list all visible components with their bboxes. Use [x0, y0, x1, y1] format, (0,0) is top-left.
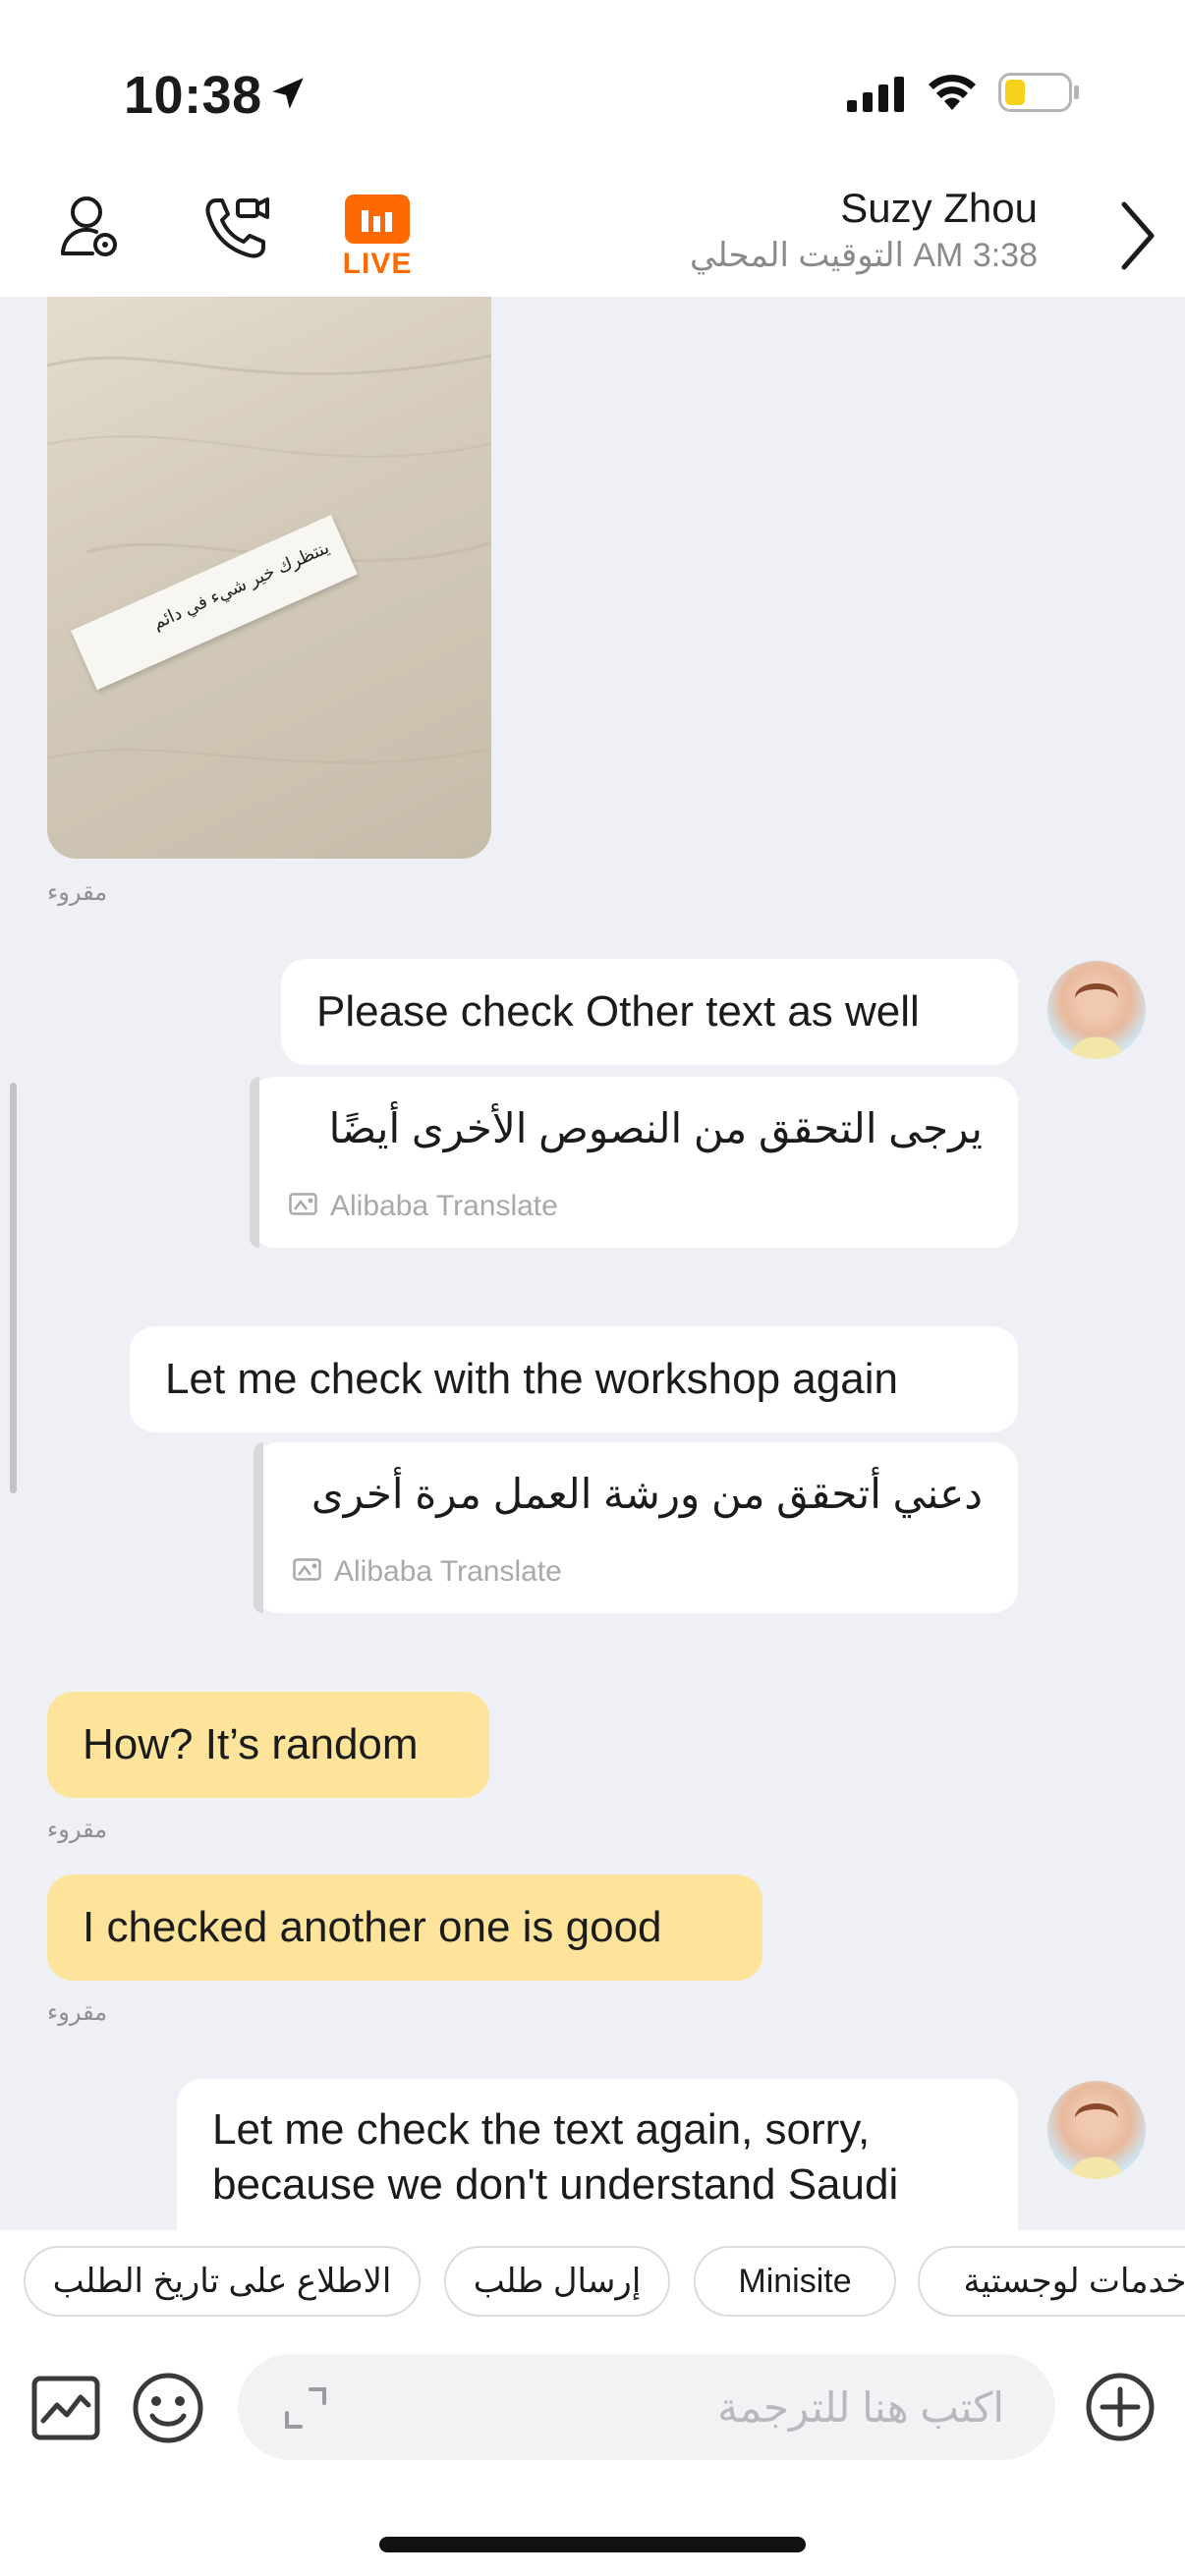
message-text-line: Let me check the text again, sorry, [212, 2105, 871, 2154]
message-text-line: because we don't understand Saudi [212, 2160, 899, 2209]
quick-reply-minisite[interactable]: Minisite [694, 2246, 896, 2317]
chat-header: LIVE Suzy Zhou التوقيت المحلي AM 3:38 [0, 177, 1185, 297]
translation-source-label: Alibaba Translate [330, 1190, 558, 1223]
live-label: LIVE [342, 248, 413, 280]
add-icon[interactable] [1085, 2372, 1156, 2442]
signal-icon [847, 77, 904, 112]
read-receipt: مقروء [47, 1817, 108, 1843]
translation-source-label: Alibaba Translate [334, 1555, 562, 1589]
scroll-indicator[interactable] [10, 1083, 17, 1493]
home-indicator[interactable] [379, 2537, 806, 2552]
wifi-icon [929, 75, 976, 110]
live-button[interactable]: LIVE [340, 195, 415, 281]
read-receipt: مقروء [47, 879, 108, 906]
message-input-placeholder: اكتب هنا للترجمة [717, 2384, 1004, 2431]
chat-screen: 10:38 LIVE Suzy Zhou التوقيت المحلي AM 3… [0, 0, 1185, 2576]
translation-card[interactable]: يرجى التحقق من النصوص الأخرى أيضًا Aliba… [250, 1077, 1018, 1248]
video-call-icon[interactable] [202, 193, 271, 261]
contact-name[interactable]: Suzy Zhou [840, 185, 1038, 232]
contact-local-time: التوقيت المحلي AM 3:38 [689, 237, 1038, 274]
translate-icon [293, 1558, 321, 1581]
message-text: I checked another one is good [83, 1903, 662, 1951]
quick-replies-bar: الاطلاع على تاريخ الطلب إرسال طلب Minisi… [0, 2230, 1185, 2334]
message-bubble-incoming[interactable]: How? It’s random [47, 1692, 489, 1798]
avatar[interactable] [1047, 2081, 1146, 2179]
message-list[interactable]: ينتظرك خير شيء في دائم مقروء Please chec… [0, 297, 1185, 2230]
translate-icon [289, 1193, 317, 1215]
emoji-icon[interactable] [132, 2372, 204, 2444]
contact-profile-icon[interactable] [59, 193, 122, 261]
message-input-bar: اكتب هنا للترجمة [0, 2334, 1185, 2576]
location-arrow-icon [272, 78, 304, 109]
live-icon [345, 195, 410, 244]
expand-icon[interactable] [283, 2385, 328, 2431]
chevron-right-icon[interactable] [1118, 198, 1157, 273]
translation-source: Alibaba Translate [293, 1554, 562, 1589]
translation-card[interactable]: دعني أتحقق من ورشة العمل مرة أخرى Alibab… [254, 1442, 1018, 1613]
status-bar: 10:38 [0, 0, 1185, 177]
message-bubble-outgoing[interactable]: Let me check the text again, sorry, beca… [177, 2079, 1018, 2230]
status-time: 10:38 [124, 66, 262, 125]
read-receipt: مقروء [47, 1999, 108, 2026]
battery-icon [998, 73, 1079, 112]
message-bubble-outgoing[interactable]: Please check Other text as well [281, 959, 1018, 1065]
translation-text: يرجى التحقق من النصوص الأخرى أيضًا [328, 1105, 983, 1151]
message-text: How? It’s random [83, 1720, 419, 1768]
photo-message[interactable]: ينتظرك خير شيء في دائم [47, 297, 491, 859]
quick-reply-logistics[interactable]: خدمات لوجستية [918, 2246, 1185, 2317]
translation-bar [254, 1442, 263, 1613]
message-bubble-incoming[interactable]: I checked another one is good [47, 1875, 762, 1981]
translation-text: دعني أتحقق من ورشة العمل مرة أخرى [310, 1471, 983, 1517]
quick-reply-send-request[interactable]: إرسال طلب [444, 2246, 670, 2317]
translation-source: Alibaba Translate [289, 1189, 558, 1223]
quick-reply-order-history[interactable]: الاطلاع على تاريخ الطلب [24, 2246, 421, 2317]
image-icon[interactable] [31, 2376, 100, 2440]
message-text: Please check Other text as well [316, 987, 920, 1036]
translation-bar [250, 1077, 259, 1248]
message-text: Let me check with the workshop again [165, 1355, 898, 1403]
message-bubble-outgoing[interactable]: Let me check with the workshop again [130, 1326, 1018, 1432]
avatar[interactable] [1047, 961, 1146, 1059]
message-input[interactable]: اكتب هنا للترجمة [238, 2354, 1055, 2460]
